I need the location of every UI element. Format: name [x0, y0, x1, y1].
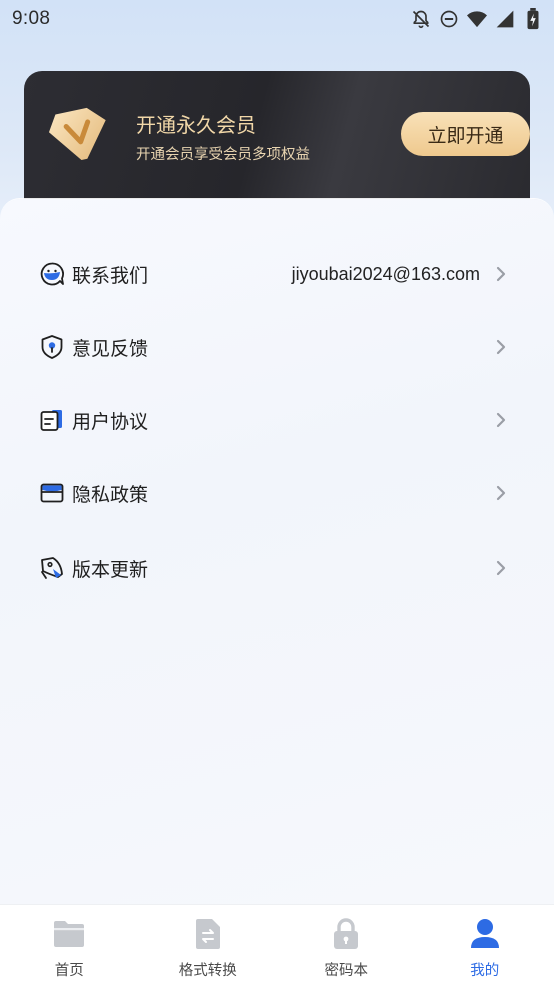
envelope-icon: [38, 479, 66, 507]
signal-icon: [494, 8, 516, 30]
chevron-right-icon: [496, 412, 508, 428]
folder-icon: [52, 917, 86, 951]
menu-item-user-agreement[interactable]: 用户协议: [0, 392, 554, 448]
tab-mine[interactable]: 我的: [416, 905, 554, 986]
dnd-icon: [438, 8, 460, 30]
tab-home[interactable]: 首页: [0, 905, 139, 986]
status-bar: 9:08: [0, 0, 554, 38]
wifi-icon: [466, 8, 488, 30]
chevron-right-icon: [496, 485, 508, 501]
chat-smile-icon: [38, 260, 66, 288]
menu-item-label: 用户协议: [72, 407, 496, 434]
vip-subtitle: 开通会员享受会员多项权益: [136, 143, 310, 164]
menu-item-contact[interactable]: 联系我们 jiyoubai2024@163.com: [0, 246, 554, 302]
file-convert-icon: [191, 917, 225, 951]
open-vip-button[interactable]: 立即开通: [401, 112, 530, 156]
lock-icon: [329, 917, 363, 951]
chevron-right-icon: [496, 560, 508, 576]
menu-item-label: 联系我们: [72, 261, 292, 288]
menu-item-feedback[interactable]: 意见反馈: [0, 319, 554, 375]
tab-label: 我的: [470, 959, 499, 980]
contact-email: jiyoubai2024@163.com: [292, 264, 480, 285]
user-icon: [468, 917, 502, 951]
tab-label: 格式转换: [179, 959, 237, 980]
bottom-tab-bar: 首页 格式转换 密码本 我的: [0, 904, 554, 986]
menu-item-label: 意见反馈: [72, 334, 496, 361]
menu-item-version-update[interactable]: 版本更新: [0, 540, 554, 596]
document-icon: [38, 406, 66, 434]
menu-item-privacy-policy[interactable]: 隐私政策: [0, 465, 554, 521]
bell-off-icon: [410, 8, 432, 30]
tab-label: 首页: [55, 959, 84, 980]
vip-title: 开通永久会员: [136, 109, 256, 138]
status-time: 9:08: [12, 8, 50, 30]
chevron-right-icon: [496, 266, 508, 282]
menu-item-label: 隐私政策: [72, 480, 496, 507]
tab-label: 密码本: [325, 959, 369, 980]
shield-icon: [38, 333, 66, 361]
status-icons: [410, 8, 544, 30]
menu-item-label: 版本更新: [72, 555, 496, 582]
battery-icon: [522, 8, 544, 30]
chevron-right-icon: [496, 339, 508, 355]
tab-password-book[interactable]: 密码本: [277, 905, 416, 986]
tab-format-convert[interactable]: 格式转换: [139, 905, 278, 986]
rocket-icon: [38, 554, 66, 582]
vip-badge-icon: [46, 104, 112, 164]
